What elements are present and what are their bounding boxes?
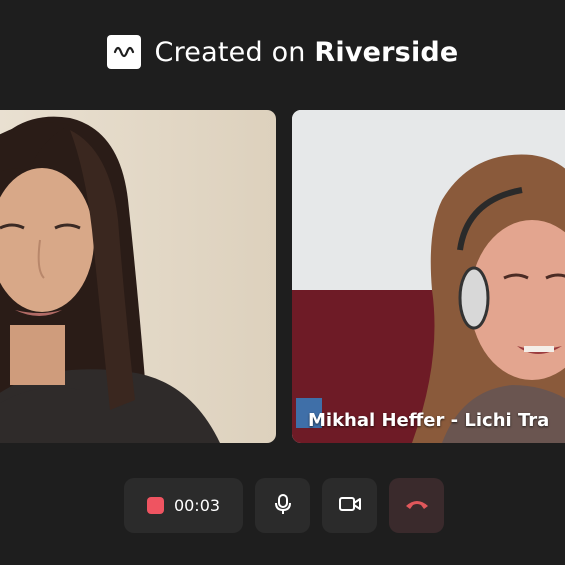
record-button[interactable]: 00:03 <box>124 478 243 533</box>
camera-icon <box>338 495 362 517</box>
microphone-button[interactable] <box>255 478 310 533</box>
participant-name-tag: Mikhal Heffer - Lichi Tra <box>308 410 550 431</box>
banner-brand: Riverside <box>314 36 459 68</box>
participant-video-right: Mikhal Heffer - Lichi Tra <box>292 110 565 443</box>
riverside-banner: Created on Riverside <box>0 32 565 72</box>
record-icon <box>146 497 164 514</box>
end-call-button[interactable] <box>389 478 444 533</box>
call-controls: 00:03 <box>0 478 565 534</box>
camera-button[interactable] <box>322 478 377 533</box>
record-timer: 00:03 <box>173 496 221 515</box>
participant-video-left <box>0 110 276 443</box>
banner-text: Created on Riverside <box>155 37 459 68</box>
waveform-logo-icon <box>106 35 141 69</box>
end-call-icon <box>404 496 430 515</box>
microphone-icon <box>273 493 293 519</box>
banner-prefix: Created on <box>154 36 306 68</box>
